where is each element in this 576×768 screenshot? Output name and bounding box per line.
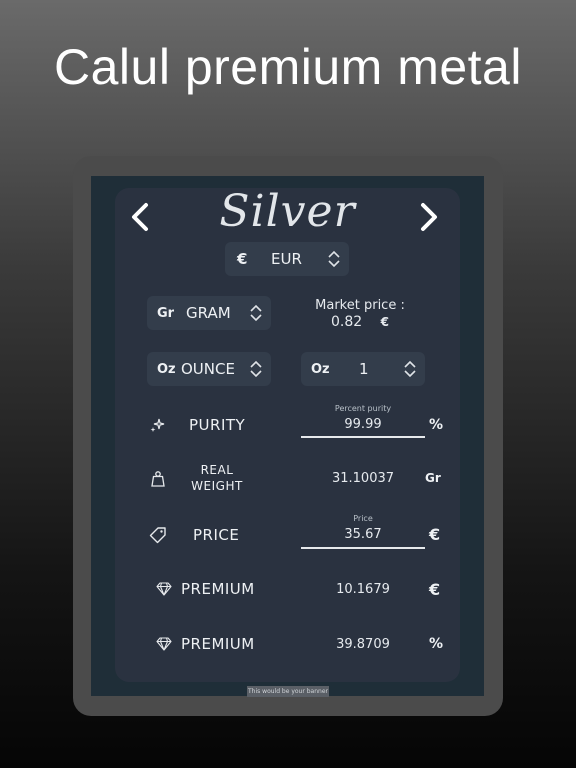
weight-icon: [149, 470, 167, 488]
diamond-icon: [155, 580, 173, 598]
sparkle-icon: [149, 416, 167, 434]
currency-code: EUR: [271, 250, 302, 268]
real-weight-value: 31.10037: [331, 471, 395, 486]
tablet-frame: Silver € EUR Gr GRAM Market price: 0.82…: [73, 156, 503, 716]
diamond-icon: [155, 635, 173, 653]
purity-label: PURITY: [189, 416, 246, 434]
currency-symbol: €: [237, 250, 248, 268]
quantity-unit-abbr: Oz: [157, 361, 176, 377]
updown-chevron-icon: [327, 250, 341, 268]
price-input[interactable]: 35.67: [301, 527, 425, 542]
calculator-panel: Silver € EUR Gr GRAM Market price: 0.82…: [115, 186, 460, 682]
headline: Calul premium metal: [54, 39, 522, 95]
currency-select[interactable]: € EUR: [225, 242, 349, 276]
premium-percent-value: 39.8709: [336, 637, 390, 652]
chevron-right-icon: [421, 203, 437, 231]
market-price-label: Market price :: [315, 298, 405, 313]
ad-banner[interactable]: This would be your banner: [247, 686, 329, 697]
quantity-abbr: Oz: [311, 361, 330, 377]
purity-hint: Percent purity: [334, 404, 392, 413]
quantity-unit-label: OUNCE: [181, 360, 235, 378]
premium-amount-label: PREMIUM: [181, 580, 255, 598]
premium-amount-value: 10.1679: [336, 582, 390, 597]
quantity-stepper[interactable]: Oz 1: [301, 352, 425, 386]
price-unit: €: [429, 525, 441, 544]
metal-title: Silver: [219, 186, 356, 237]
quantity-unit-select[interactable]: Oz OUNCE: [147, 352, 271, 386]
updown-chevron-icon: [249, 360, 263, 378]
price-tag-icon: [149, 526, 167, 544]
real-weight-label: REAL WEIGHT: [183, 462, 251, 494]
market-price-currency: €: [380, 315, 389, 329]
premium-amount-unit: €: [429, 580, 441, 599]
quantity-value: 1: [359, 360, 369, 378]
app-screen: Silver € EUR Gr GRAM Market price: 0.82…: [91, 176, 484, 696]
real-weight-label-line2: WEIGHT: [191, 479, 243, 493]
real-weight-label-line1: REAL: [200, 463, 234, 477]
updown-chevron-icon: [249, 304, 263, 322]
premium-percent-unit: %: [429, 636, 444, 652]
purity-underline: [301, 436, 425, 438]
updown-chevron-icon: [403, 360, 417, 378]
weight-unit-label: GRAM: [186, 304, 231, 322]
purity-unit: %: [429, 417, 444, 433]
premium-percent-label: PREMIUM: [181, 635, 255, 653]
price-underline: [301, 547, 425, 549]
real-weight-unit: Gr: [425, 471, 441, 485]
weight-unit-abbr: Gr: [157, 305, 175, 321]
price-label: PRICE: [193, 526, 240, 544]
market-price-number: 0.82: [331, 314, 363, 330]
weight-unit-select[interactable]: Gr GRAM: [147, 296, 271, 330]
market-price-value: 0.82 €: [305, 314, 415, 330]
next-metal-button[interactable]: [418, 202, 440, 232]
price-hint: Price: [353, 514, 373, 523]
purity-input[interactable]: 99.99: [301, 417, 425, 432]
